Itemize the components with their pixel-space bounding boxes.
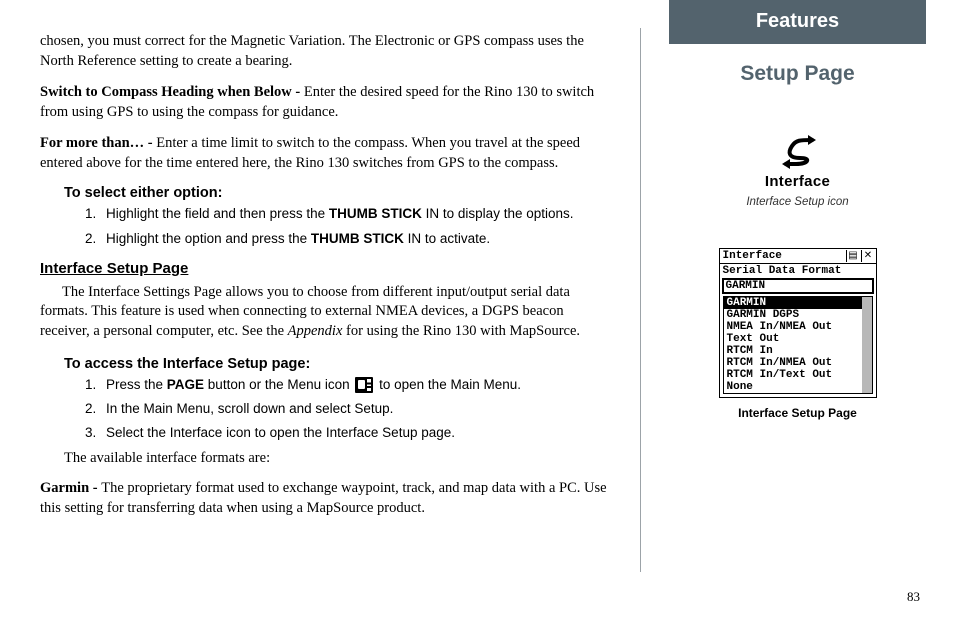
menu-icon: [355, 377, 373, 393]
device-option: RTCM In: [724, 345, 862, 357]
page-number: 83: [907, 589, 920, 605]
bold-lead: For more than… -: [40, 135, 156, 151]
heading-access-interface: To access the Interface Setup page:: [64, 356, 610, 372]
device-selected-value: GARMIN: [722, 278, 874, 294]
device-subtitle: Serial Data Format: [720, 264, 876, 278]
interface-icon-block: Interface: [669, 134, 926, 190]
device-close-icon: ✕: [861, 250, 875, 262]
step-3: Select the Interface icon to open the In…: [100, 424, 610, 442]
step-1: Highlight the field and then press the T…: [100, 205, 610, 223]
device-option: NMEA In/NMEA Out: [724, 321, 862, 333]
paragraph-compass-chosen: chosen, you must correct for the Magneti…: [40, 32, 610, 71]
device-option-list: GARMIN GARMIN DGPS NMEA In/NMEA Out Text…: [723, 296, 873, 394]
sidebar-column: Features Setup Page Interface Interface …: [641, 0, 954, 621]
bold-lead: Switch to Compass Heading when Below -: [40, 84, 304, 100]
main-text-column: chosen, you must correct for the Magneti…: [0, 0, 640, 621]
device-option-inner: GARMIN GARMIN DGPS NMEA In/NMEA Out Text…: [724, 297, 872, 393]
paragraph-garmin-format: Garmin - The proprietary format used to …: [40, 479, 610, 518]
bold-lead: Garmin -: [40, 480, 101, 496]
document-page: chosen, you must correct for the Magneti…: [0, 0, 954, 621]
access-steps: Press the PAGE button or the Menu icon t…: [100, 376, 610, 443]
setup-page-title: Setup Page: [669, 62, 926, 86]
paragraph-switch-heading: Switch to Compass Heading when Below - E…: [40, 83, 610, 122]
device-option: GARMIN: [724, 297, 862, 309]
paragraph-interface-desc: The Interface Settings Page allows you t…: [40, 283, 610, 342]
interface-icon-caption: Interface Setup icon: [669, 196, 926, 208]
device-title-controls: ▤ ✕: [846, 250, 876, 262]
step-2: In the Main Menu, scroll down and select…: [100, 400, 610, 418]
interface-icon-label: Interface: [669, 173, 926, 190]
features-header: Features: [669, 0, 926, 44]
device-titlebar: Interface ▤ ✕: [720, 249, 876, 264]
device-option: RTCM In/NMEA Out: [724, 357, 862, 369]
device-option: None: [724, 381, 862, 393]
interface-s-arrow-icon: [772, 134, 824, 175]
step-2: Highlight the option and press the THUMB…: [100, 230, 610, 248]
device-title-text: Interface: [720, 249, 846, 263]
paragraph-for-more-than: For more than… - Enter a time limit to s…: [40, 134, 610, 173]
heading-select-option: To select either option:: [64, 185, 610, 201]
device-option: GARMIN DGPS: [724, 309, 862, 321]
device-menu-icon: ▤: [846, 250, 860, 262]
available-formats-intro: The available interface formats are:: [64, 450, 610, 467]
device-caption: Interface Setup Page: [669, 406, 926, 420]
device-screenshot: Interface ▤ ✕ Serial Data Format GARMIN …: [719, 248, 877, 398]
step-1: Press the PAGE button or the Menu icon t…: [100, 376, 610, 394]
heading-interface-setup-page: Interface Setup Page: [40, 260, 610, 277]
select-option-steps: Highlight the field and then press the T…: [100, 205, 610, 247]
device-option: Text Out: [724, 333, 862, 345]
device-option: RTCM In/Text Out: [724, 369, 862, 381]
